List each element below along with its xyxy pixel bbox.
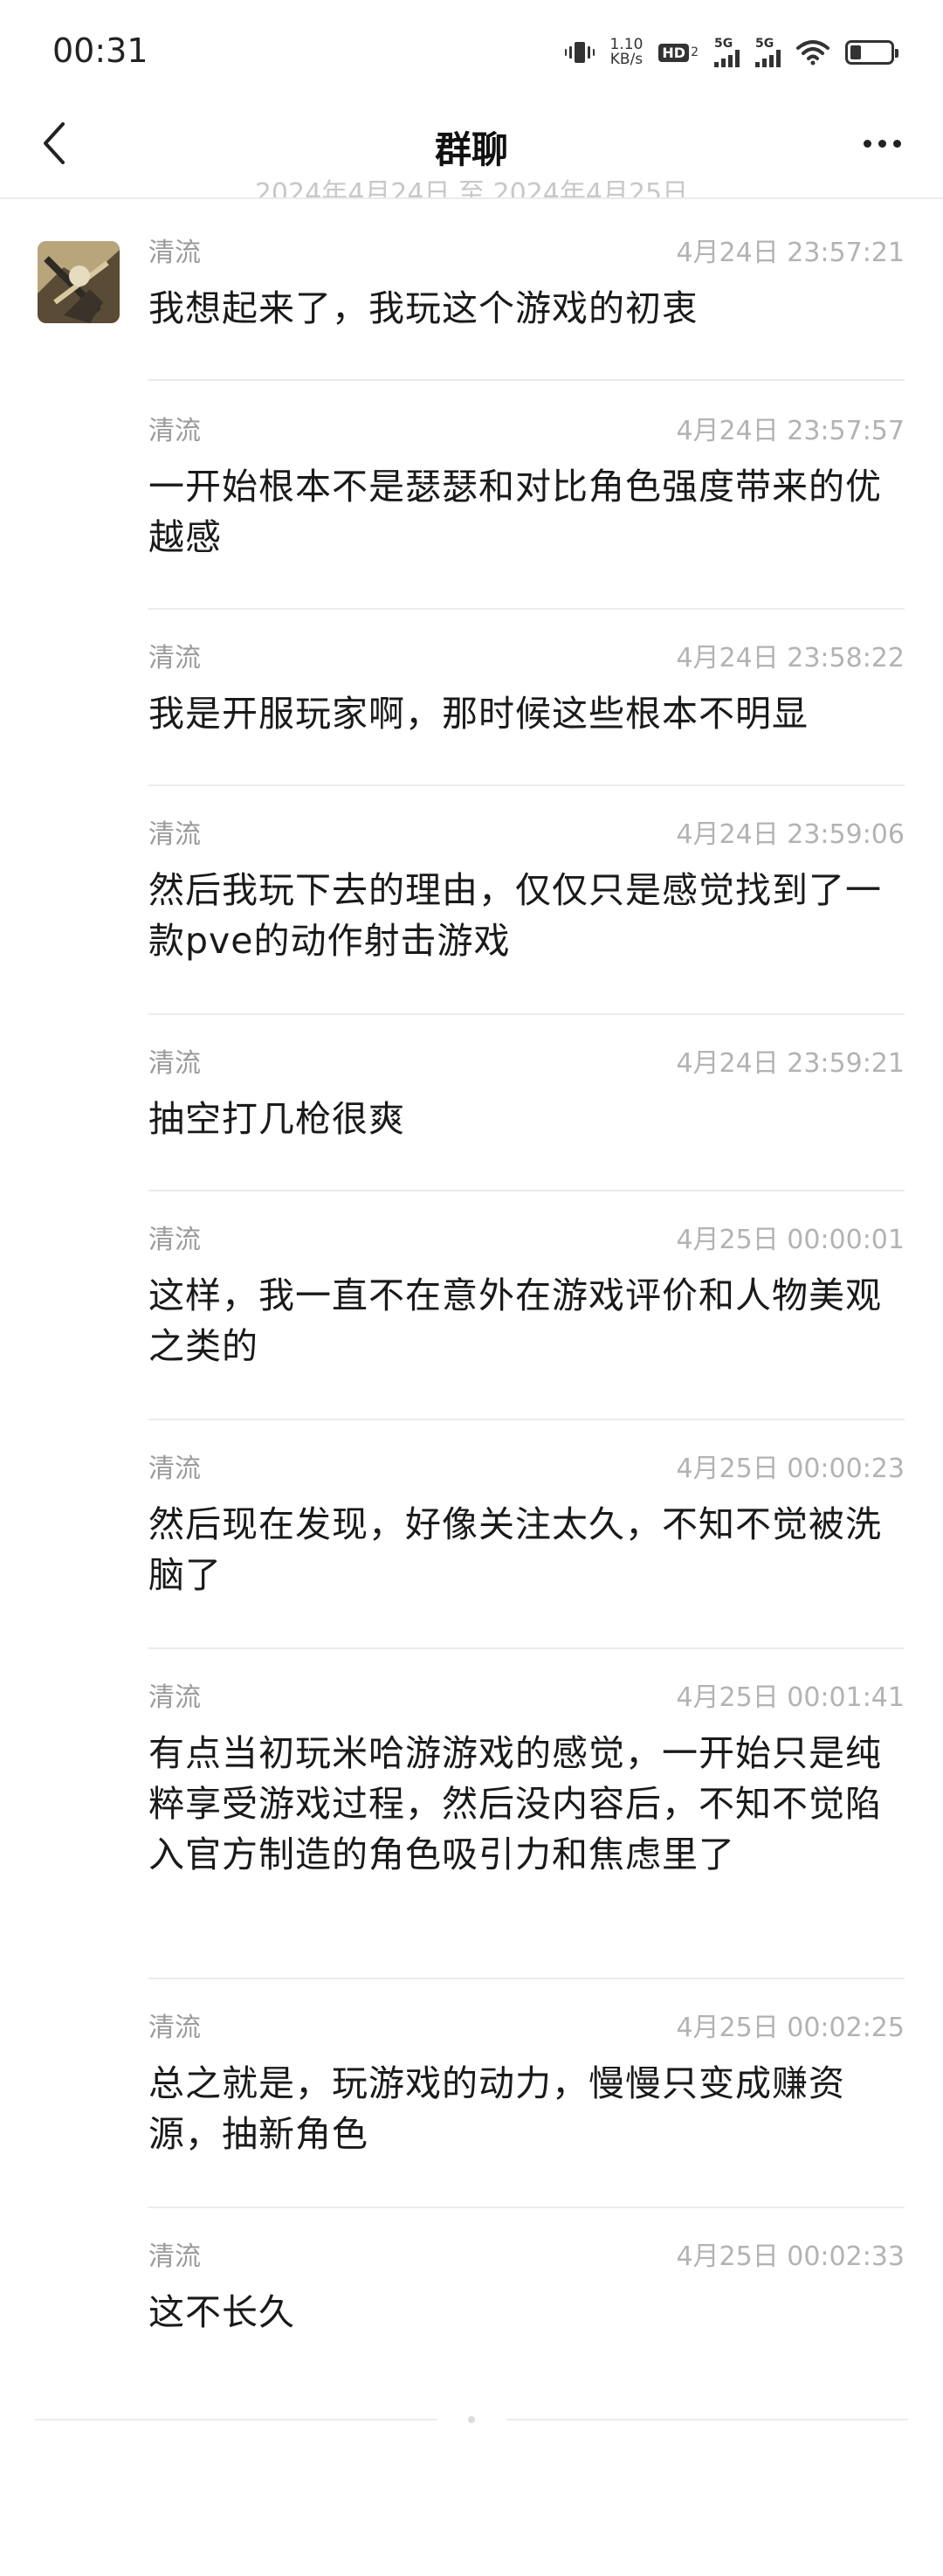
signal-sim1: 5G xyxy=(714,38,740,67)
divider xyxy=(148,1978,905,1979)
hd-voice-icon: HD 2 xyxy=(658,43,699,62)
end-of-list-marker xyxy=(35,2411,908,2428)
sender-name: 清流 xyxy=(148,238,201,268)
status-bar: 00:31 1.10 KB/s HD 2 5G 5G xyxy=(0,0,943,105)
message-time: 4月25日 00:00:23 xyxy=(676,1454,905,1484)
more-options-button[interactable] xyxy=(847,115,917,171)
sender-name: 清流 xyxy=(148,1454,201,1484)
message-time: 4月25日 00:02:25 xyxy=(676,2013,905,2043)
sender-name: 清流 xyxy=(148,1225,201,1255)
message-time: 4月24日 23:59:21 xyxy=(676,1048,905,1079)
message-time: 4月24日 23:58:22 xyxy=(676,643,905,673)
list-item[interactable]: 清流 4月24日 23:59:21 抽空打几枪很爽 xyxy=(148,1041,905,1144)
network-speed-unit: KB/s xyxy=(609,51,644,68)
sender-name: 清流 xyxy=(148,416,201,446)
hd-label: HD xyxy=(658,43,690,62)
divider xyxy=(148,2207,905,2208)
divider xyxy=(148,1190,905,1191)
message-time: 4月25日 00:00:01 xyxy=(676,1225,905,1255)
battery-icon xyxy=(845,40,898,65)
divider xyxy=(148,1647,905,1649)
list-item[interactable]: 清流 4月25日 00:02:33 这不长久 xyxy=(148,2234,905,2338)
signal-sim2-label: 5G xyxy=(755,37,774,51)
chat-history-page: 00:31 1.10 KB/s HD 2 5G 5G 群聊 2024年4月24日… xyxy=(0,0,943,2576)
divider xyxy=(0,197,943,199)
list-item[interactable]: 清流 4月24日 23:59:06 然后我玩下去的理由，仅仅只是感觉找到了一款pv… xyxy=(148,812,905,966)
message-time: 4月24日 23:59:06 xyxy=(676,819,905,850)
signal-bars-icon xyxy=(714,50,740,67)
message-text: 这不长久 xyxy=(148,2291,295,2333)
sender-name: 清流 xyxy=(148,643,201,673)
message-text: 抽空打几枪很爽 xyxy=(148,1098,405,1140)
message-text: 有点当初玩米哈游游戏的感觉，一开始只是纯粹享受游戏过程，然后没内容后，不知不觉陷… xyxy=(148,1732,882,1875)
message-time: 4月24日 23:57:57 xyxy=(676,416,905,446)
divider xyxy=(148,1013,905,1015)
message-time: 4月25日 00:02:33 xyxy=(676,2241,905,2272)
network-speed: 1.10 KB/s xyxy=(610,38,644,67)
dot-icon xyxy=(468,2416,475,2423)
message-text: 总之就是，玩游戏的动力，慢慢只变成赚资源，抽新角色 xyxy=(148,2062,845,2155)
signal-sim2: 5G xyxy=(755,38,781,67)
sender-name: 清流 xyxy=(148,2013,201,2043)
avatar-image xyxy=(38,241,120,323)
signal-sim1-label: 5G xyxy=(714,37,733,51)
date-range-header: 2024年4月24日 至 2024年4月25日 xyxy=(254,178,689,197)
more-dots-icon xyxy=(863,139,871,148)
list-item[interactable]: 清流 4月25日 00:00:23 然后现在发现，好像关注太久，不知不觉被洗脑了 xyxy=(148,1447,905,1600)
list-item[interactable]: 清流 4月25日 00:02:25 总之就是，玩游戏的动力，慢慢只变成赚资源，抽新… xyxy=(148,2006,905,2159)
divider xyxy=(148,608,905,610)
signal-bars-icon xyxy=(755,50,781,67)
list-item[interactable]: 清流 4月25日 00:01:41 有点当初玩米哈游游戏的感觉，一开始只是纯粹享受… xyxy=(148,1675,905,1880)
message-text: 一开始根本不是瑟瑟和对比角色强度带来的优越感 xyxy=(148,466,882,558)
avatar[interactable] xyxy=(38,241,120,323)
sender-name: 清流 xyxy=(148,1682,201,1713)
message-text: 然后现在发现，好像关注太久，不知不觉被洗脑了 xyxy=(148,1503,882,1596)
message-time: 4月24日 23:57:21 xyxy=(676,238,905,268)
sender-name: 清流 xyxy=(148,1048,201,1079)
message-text: 然后我玩下去的理由，仅仅只是感觉找到了一款pve的动作射击游戏 xyxy=(148,869,882,962)
list-item[interactable]: 清流 4月25日 00:00:01 这样，我一直不在意外在游戏评价和人物美观之类的 xyxy=(148,1218,905,1371)
status-time: 00:31 xyxy=(52,31,148,70)
status-icons: 1.10 KB/s HD 2 5G 5G xyxy=(564,33,898,72)
sender-name: 清流 xyxy=(148,2241,201,2272)
message-text: 我想起来了，我玩这个游戏的初衷 xyxy=(148,287,699,329)
divider xyxy=(148,379,905,381)
divider xyxy=(35,2419,437,2421)
message-text: 这样，我一直不在意外在游戏评价和人物美观之类的 xyxy=(148,1274,882,1367)
divider xyxy=(506,2419,908,2421)
message-text: 我是开服玩家啊，那时候这些根本不明显 xyxy=(148,693,809,735)
list-item[interactable]: 清流 4月24日 23:58:22 我是开服玩家啊，那时候这些根本不明显 xyxy=(148,636,905,739)
divider xyxy=(148,784,905,786)
list-item[interactable]: 清流 4月24日 23:57:57 一开始根本不是瑟瑟和对比角色强度带来的优越感 xyxy=(148,409,905,563)
page-title: 群聊 xyxy=(434,128,508,171)
sender-name: 清流 xyxy=(148,819,201,850)
divider xyxy=(148,1419,905,1420)
wifi-icon xyxy=(796,39,829,66)
vibrate-icon xyxy=(564,39,595,66)
message-time: 4月25日 00:01:41 xyxy=(676,1682,905,1713)
hd-sub-label: 2 xyxy=(691,45,699,59)
list-item[interactable]: 清流 4月24日 23:57:21 我想起来了，我玩这个游戏的初衷 xyxy=(148,231,905,334)
